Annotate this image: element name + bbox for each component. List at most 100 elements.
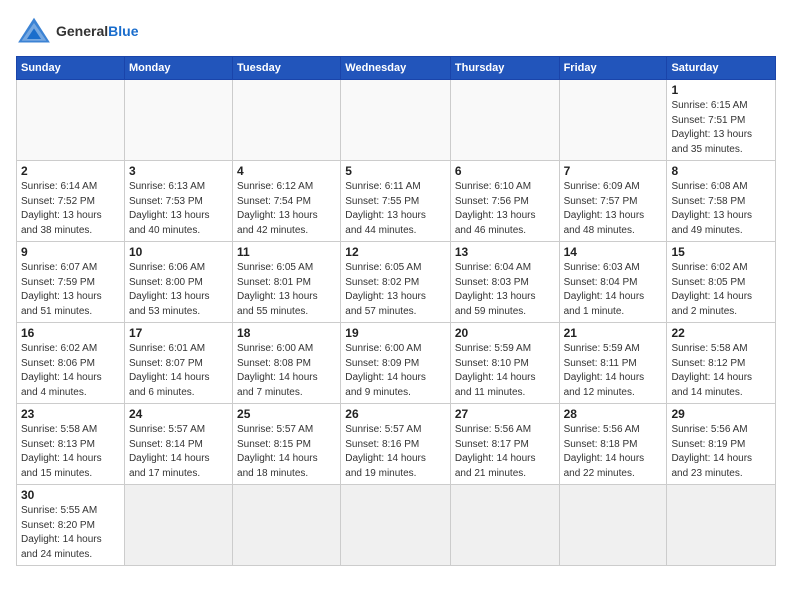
week-row-2: 9 Sunrise: 6:07 AM Sunset: 7:59 PM Daylig… — [17, 242, 776, 323]
calendar-cell: 28 Sunrise: 5:56 AM Sunset: 8:18 PM Dayli… — [559, 404, 667, 485]
day-number: 5 — [345, 164, 446, 178]
calendar-cell: 4 Sunrise: 6:12 AM Sunset: 7:54 PM Daylig… — [233, 161, 341, 242]
day-info: Sunrise: 6:04 AM Sunset: 8:03 PM Dayligh… — [455, 261, 555, 319]
day-header-sunday: Sunday — [17, 57, 125, 80]
day-number: 3 — [129, 164, 228, 178]
day-info: Sunrise: 6:03 AM Sunset: 8:04 PM Dayligh… — [564, 261, 663, 319]
day-header-saturday: Saturday — [667, 57, 776, 80]
calendar-header-row: SundayMondayTuesdayWednesdayThursdayFrid… — [17, 57, 776, 80]
day-info: Sunrise: 6:12 AM Sunset: 7:54 PM Dayligh… — [237, 180, 336, 238]
day-number: 6 — [455, 164, 555, 178]
day-info: Sunrise: 6:07 AM Sunset: 7:59 PM Dayligh… — [21, 261, 120, 319]
day-info: Sunrise: 6:15 AM Sunset: 7:51 PM Dayligh… — [671, 99, 771, 157]
day-number: 10 — [129, 245, 228, 259]
day-number: 19 — [345, 326, 446, 340]
calendar-cell — [667, 485, 776, 566]
calendar-cell: 6 Sunrise: 6:10 AM Sunset: 7:56 PM Daylig… — [450, 161, 559, 242]
day-number: 16 — [21, 326, 120, 340]
day-number: 14 — [564, 245, 663, 259]
week-row-1: 2Sunrise: 6:14 AM Sunset: 7:52 PM Daylig… — [17, 161, 776, 242]
day-info: Sunrise: 6:11 AM Sunset: 7:55 PM Dayligh… — [345, 180, 446, 238]
day-number: 27 — [455, 407, 555, 421]
day-number: 29 — [671, 407, 771, 421]
day-info: Sunrise: 6:09 AM Sunset: 7:57 PM Dayligh… — [564, 180, 663, 238]
day-info: Sunrise: 6:02 AM Sunset: 8:06 PM Dayligh… — [21, 342, 120, 400]
calendar-cell — [124, 80, 232, 161]
day-number: 25 — [237, 407, 336, 421]
day-info: Sunrise: 5:56 AM Sunset: 8:19 PM Dayligh… — [671, 423, 771, 481]
day-number: 26 — [345, 407, 446, 421]
day-header-monday: Monday — [124, 57, 232, 80]
day-info: Sunrise: 6:00 AM Sunset: 8:08 PM Dayligh… — [237, 342, 336, 400]
calendar-cell: 9 Sunrise: 6:07 AM Sunset: 7:59 PM Daylig… — [17, 242, 125, 323]
day-number: 9 — [21, 245, 120, 259]
day-info: Sunrise: 5:57 AM Sunset: 8:15 PM Dayligh… — [237, 423, 336, 481]
calendar-cell: 14 Sunrise: 6:03 AM Sunset: 8:04 PM Dayli… — [559, 242, 667, 323]
week-row-5: 30 Sunrise: 5:55 AM Sunset: 8:20 PM Dayli… — [17, 485, 776, 566]
calendar-cell: 7 Sunrise: 6:09 AM Sunset: 7:57 PM Daylig… — [559, 161, 667, 242]
day-number: 2 — [21, 164, 120, 178]
calendar-cell: 21 Sunrise: 5:59 AM Sunset: 8:11 PM Dayli… — [559, 323, 667, 404]
calendar-cell: 18 Sunrise: 6:00 AM Sunset: 8:08 PM Dayli… — [233, 323, 341, 404]
calendar-cell — [341, 80, 451, 161]
day-number: 11 — [237, 245, 336, 259]
calendar-cell: 23Sunrise: 5:58 AM Sunset: 8:13 PM Dayli… — [17, 404, 125, 485]
day-info: Sunrise: 5:59 AM Sunset: 8:11 PM Dayligh… — [564, 342, 663, 400]
logo-text: GeneralBlue — [56, 23, 138, 40]
calendar-cell: 30 Sunrise: 5:55 AM Sunset: 8:20 PM Dayli… — [17, 485, 125, 566]
day-number: 24 — [129, 407, 228, 421]
week-row-4: 23Sunrise: 5:58 AM Sunset: 8:13 PM Dayli… — [17, 404, 776, 485]
calendar-table: SundayMondayTuesdayWednesdayThursdayFrid… — [16, 56, 776, 566]
day-number: 28 — [564, 407, 663, 421]
calendar-cell: 12 Sunrise: 6:05 AM Sunset: 8:02 PM Dayli… — [341, 242, 451, 323]
calendar-cell — [233, 485, 341, 566]
day-number: 21 — [564, 326, 663, 340]
calendar-cell: 8Sunrise: 6:08 AM Sunset: 7:58 PM Daylig… — [667, 161, 776, 242]
calendar-cell: 15Sunrise: 6:02 AM Sunset: 8:05 PM Dayli… — [667, 242, 776, 323]
day-header-thursday: Thursday — [450, 57, 559, 80]
logo: GeneralBlue — [16, 16, 138, 46]
calendar-container: GeneralBlue SundayMondayTuesdayWednesday… — [0, 0, 792, 612]
calendar-cell: 27Sunrise: 5:56 AM Sunset: 8:17 PM Dayli… — [450, 404, 559, 485]
header: GeneralBlue — [16, 16, 776, 46]
calendar-cell: 24Sunrise: 5:57 AM Sunset: 8:14 PM Dayli… — [124, 404, 232, 485]
day-info: Sunrise: 6:13 AM Sunset: 7:53 PM Dayligh… — [129, 180, 228, 238]
calendar-cell: 2Sunrise: 6:14 AM Sunset: 7:52 PM Daylig… — [17, 161, 125, 242]
calendar-cell: 22Sunrise: 5:58 AM Sunset: 8:12 PM Dayli… — [667, 323, 776, 404]
day-header-wednesday: Wednesday — [341, 57, 451, 80]
calendar-cell: 25 Sunrise: 5:57 AM Sunset: 8:15 PM Dayli… — [233, 404, 341, 485]
logo-icon — [16, 16, 52, 46]
day-number: 7 — [564, 164, 663, 178]
day-number: 13 — [455, 245, 555, 259]
calendar-cell — [341, 485, 451, 566]
day-info: Sunrise: 6:10 AM Sunset: 7:56 PM Dayligh… — [455, 180, 555, 238]
day-number: 18 — [237, 326, 336, 340]
calendar-cell: 10Sunrise: 6:06 AM Sunset: 8:00 PM Dayli… — [124, 242, 232, 323]
day-info: Sunrise: 6:00 AM Sunset: 8:09 PM Dayligh… — [345, 342, 446, 400]
calendar-cell: 17Sunrise: 6:01 AM Sunset: 8:07 PM Dayli… — [124, 323, 232, 404]
day-info: Sunrise: 6:05 AM Sunset: 8:02 PM Dayligh… — [345, 261, 446, 319]
day-info: Sunrise: 6:02 AM Sunset: 8:05 PM Dayligh… — [671, 261, 771, 319]
calendar-cell: 16 Sunrise: 6:02 AM Sunset: 8:06 PM Dayli… — [17, 323, 125, 404]
calendar-cell — [233, 80, 341, 161]
calendar-cell — [559, 80, 667, 161]
calendar-cell: 26 Sunrise: 5:57 AM Sunset: 8:16 PM Dayli… — [341, 404, 451, 485]
calendar-cell: 13 Sunrise: 6:04 AM Sunset: 8:03 PM Dayli… — [450, 242, 559, 323]
day-info: Sunrise: 5:55 AM Sunset: 8:20 PM Dayligh… — [21, 504, 120, 562]
day-info: Sunrise: 5:59 AM Sunset: 8:10 PM Dayligh… — [455, 342, 555, 400]
calendar-cell — [450, 485, 559, 566]
week-row-0: 1Sunrise: 6:15 AM Sunset: 7:51 PM Daylig… — [17, 80, 776, 161]
day-info: Sunrise: 6:01 AM Sunset: 8:07 PM Dayligh… — [129, 342, 228, 400]
calendar-cell: 19 Sunrise: 6:00 AM Sunset: 8:09 PM Dayli… — [341, 323, 451, 404]
day-info: Sunrise: 5:56 AM Sunset: 8:18 PM Dayligh… — [564, 423, 663, 481]
calendar-cell — [450, 80, 559, 161]
day-number: 12 — [345, 245, 446, 259]
calendar-cell: 5 Sunrise: 6:11 AM Sunset: 7:55 PM Daylig… — [341, 161, 451, 242]
calendar-cell: 29 Sunrise: 5:56 AM Sunset: 8:19 PM Dayli… — [667, 404, 776, 485]
day-number: 4 — [237, 164, 336, 178]
calendar-cell: 20Sunrise: 5:59 AM Sunset: 8:10 PM Dayli… — [450, 323, 559, 404]
calendar-cell — [124, 485, 232, 566]
day-number: 30 — [21, 488, 120, 502]
day-info: Sunrise: 5:57 AM Sunset: 8:16 PM Dayligh… — [345, 423, 446, 481]
calendar-cell: 11Sunrise: 6:05 AM Sunset: 8:01 PM Dayli… — [233, 242, 341, 323]
